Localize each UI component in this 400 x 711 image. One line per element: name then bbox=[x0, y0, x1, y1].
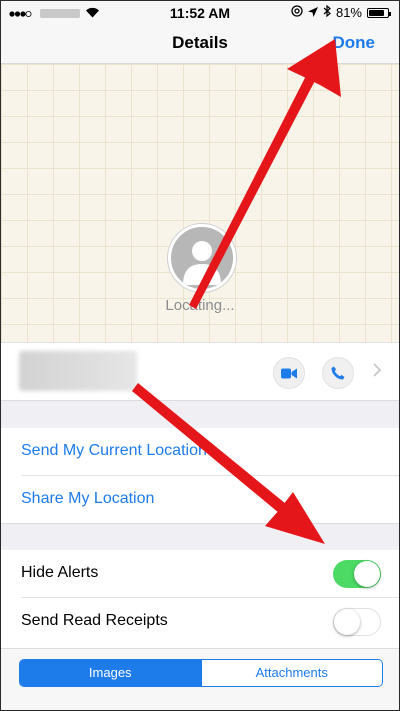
hide-alerts-label: Hide Alerts bbox=[21, 564, 99, 581]
section-spacer bbox=[1, 400, 399, 429]
send-current-location-link[interactable]: Send My Current Location bbox=[21, 442, 207, 460]
contact-name-redacted bbox=[19, 351, 137, 391]
location-arrow-icon bbox=[307, 5, 318, 20]
share-location-link[interactable]: Share My Location bbox=[21, 490, 154, 508]
battery-fill bbox=[369, 9, 384, 16]
video-call-button[interactable] bbox=[273, 357, 305, 389]
phone-icon bbox=[331, 366, 345, 380]
tab-attachments[interactable]: Attachments bbox=[200, 660, 382, 686]
navigation-bar: Details Done bbox=[1, 25, 399, 64]
hide-alerts-row: Hide Alerts bbox=[1, 550, 399, 598]
person-silhouette-icon bbox=[183, 241, 221, 285]
location-map[interactable]: Locating... bbox=[1, 64, 399, 342]
status-bar: 11:52 AM 81% bbox=[1, 1, 399, 25]
read-receipts-label: Send Read Receipts bbox=[21, 612, 168, 629]
status-right: 81% bbox=[291, 4, 391, 20]
hide-alerts-toggle[interactable] bbox=[333, 560, 381, 588]
tab-images[interactable]: Images bbox=[20, 660, 201, 686]
read-receipts-row: Send Read Receipts bbox=[1, 598, 399, 646]
contact-avatar bbox=[168, 224, 236, 292]
video-call-icon bbox=[281, 368, 297, 378]
battery-icon bbox=[367, 7, 391, 18]
read-receipts-toggle[interactable] bbox=[333, 608, 381, 636]
bluetooth-icon bbox=[323, 4, 331, 20]
section-spacer bbox=[1, 523, 399, 551]
contact-row[interactable] bbox=[1, 342, 399, 401]
at-icon bbox=[291, 5, 303, 20]
chevron-right-icon[interactable] bbox=[373, 363, 382, 382]
share-location-row[interactable]: Share My Location bbox=[1, 476, 399, 524]
done-button[interactable]: Done bbox=[333, 33, 376, 53]
send-current-location-row[interactable]: Send My Current Location bbox=[1, 428, 399, 476]
toggle-knob bbox=[354, 561, 380, 587]
media-segment-bar: Images Attachments bbox=[1, 648, 399, 710]
toggle-knob bbox=[334, 609, 360, 635]
screen: 11:52 AM 81% Details Done Locating... Se… bbox=[0, 0, 400, 711]
phone-call-button[interactable] bbox=[322, 357, 354, 389]
segmented-control: Images Attachments bbox=[19, 659, 383, 687]
locating-status: Locating... bbox=[165, 297, 235, 314]
battery-percent: 81% bbox=[335, 5, 362, 20]
